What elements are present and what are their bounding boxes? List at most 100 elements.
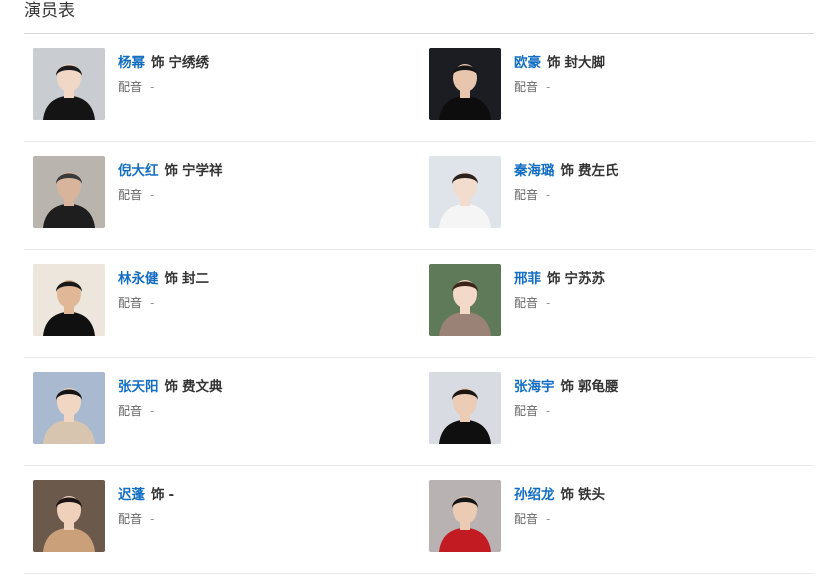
dubbing-value: - <box>546 80 551 94</box>
role-prefix: 饰 <box>560 379 575 395</box>
dubbing-label: 配音 <box>514 188 539 202</box>
cast-header: 演员表 <box>24 0 814 34</box>
actor-name-link[interactable]: 邢菲 <box>514 271 541 287</box>
actor-name-link[interactable]: 迟蓬 <box>118 487 145 503</box>
section-title: 演员表 <box>24 1 75 21</box>
dubbing-line: 配音 - <box>514 185 794 205</box>
actor-photo[interactable] <box>429 372 501 444</box>
role-prefix: 饰 <box>547 55 561 71</box>
role-prefix: 饰 <box>547 271 561 287</box>
cast-info: 倪大红饰宁学祥 配音 - <box>118 156 398 205</box>
cast-info: 张海宇饰郭龟腰 配音 - <box>514 372 794 421</box>
dubbing-label: 配音 <box>118 188 143 202</box>
cast-role-line: 杨幂饰宁绣绣 <box>118 52 398 74</box>
dubbing-label: 配音 <box>514 404 539 418</box>
dubbing-label: 配音 <box>514 296 539 310</box>
dubbing-label: 配音 <box>118 80 143 94</box>
dubbing-line: 配音 - <box>118 401 398 421</box>
cast-role-line: 张天阳饰费文典 <box>118 376 398 398</box>
actor-name-link[interactable]: 林永健 <box>118 271 159 287</box>
actor-photo[interactable] <box>429 48 501 120</box>
portrait-icon <box>33 372 105 444</box>
cast-info: 孙绍龙饰铁头配音 - <box>514 480 794 529</box>
cast-role-line: 迟蓬饰 - <box>118 484 398 506</box>
role-name: 宁苏苏 <box>564 271 606 287</box>
dubbing-value: - <box>546 296 551 310</box>
cast-row: 杨幂饰宁绣绣 配音 - 欧豪饰封大脚 配音 - <box>24 34 814 142</box>
cast-info: 欧豪饰封大脚 配音 - <box>514 48 794 97</box>
role-name: - <box>168 487 175 503</box>
role-name: 宁绣绣 <box>168 55 210 71</box>
cast-row: 迟蓬饰 - 配音 - 孙绍龙饰铁头 配音 - <box>24 466 814 574</box>
dubbing-value: - <box>150 80 155 94</box>
cast-role-line: 欧豪饰封大脚 <box>514 52 794 74</box>
role-prefix: 饰 <box>560 487 575 503</box>
cast-row: 林永健饰封二 配音 - 邢菲饰宁苏苏 配音 - <box>24 250 814 358</box>
actor-name-link[interactable]: 孙绍龙 <box>514 487 555 503</box>
dubbing-value: - <box>150 512 155 526</box>
dubbing-value: - <box>150 188 155 202</box>
dubbing-line: 配音 - <box>514 293 794 313</box>
cast-list: 杨幂饰宁绣绣 配音 - 欧豪饰封大脚 配音 - 倪大红饰宁学祥 配音 - 秦海璐饰费左氏 配音 - 林永… <box>24 34 814 574</box>
dubbing-line: 配音 - <box>118 185 398 205</box>
dubbing-line: 配音 - <box>514 509 794 529</box>
cast-info: 秦海璐饰费左氏 配音 - <box>514 156 794 205</box>
actor-photo[interactable] <box>429 480 501 552</box>
actor-photo[interactable] <box>33 372 105 444</box>
actor-photo[interactable] <box>33 480 105 552</box>
role-name: 郭龟腰 <box>578 379 619 395</box>
dubbing-label: 配音 <box>118 512 143 526</box>
cast-row: 张天阳饰费文典 配音 - 张海宇饰郭龟腰 配音 - <box>24 358 814 466</box>
actor-photo[interactable] <box>33 156 105 228</box>
role-name: 费文典 <box>182 379 223 395</box>
actor-photo[interactable] <box>33 264 105 336</box>
dubbing-line: 配音 - <box>118 509 398 529</box>
dubbing-line: 配音 - <box>514 77 794 97</box>
portrait-icon <box>429 264 501 336</box>
cast-info: 杨幂饰宁绣绣 配音 - <box>118 48 398 97</box>
portrait-icon <box>429 48 501 120</box>
actor-photo[interactable] <box>429 156 501 228</box>
portrait-icon <box>33 264 105 336</box>
actor-name-link[interactable]: 倪大红 <box>118 163 159 179</box>
actor-name-link[interactable]: 张海宇 <box>514 379 555 395</box>
dubbing-label: 配音 <box>514 512 539 526</box>
actor-name-link[interactable]: 杨幂 <box>118 55 145 71</box>
role-prefix: 饰 <box>151 487 165 503</box>
role-prefix: 饰 <box>151 55 165 71</box>
role-name: 铁头 <box>578 487 605 503</box>
dubbing-label: 配音 <box>514 80 539 94</box>
cast-role-line: 倪大红饰宁学祥 <box>118 160 398 182</box>
dubbing-value: - <box>546 188 551 202</box>
role-prefix: 饰 <box>164 271 179 287</box>
dubbing-line: 配音 - <box>118 77 398 97</box>
cast-info: 迟蓬饰 - 配音 - <box>118 480 398 529</box>
dubbing-value: - <box>546 404 551 418</box>
cast-info: 林永健饰封二 配音 - <box>118 264 398 313</box>
role-name: 封大脚 <box>564 55 606 71</box>
cast-role-line: 林永健饰封二 <box>118 268 398 290</box>
portrait-icon <box>429 156 501 228</box>
role-name: 封二 <box>182 271 209 287</box>
role-prefix: 饰 <box>164 163 179 179</box>
portrait-icon <box>429 480 501 552</box>
dubbing-line: 配音 - <box>514 401 794 421</box>
dubbing-line: 配音 - <box>118 293 398 313</box>
dubbing-value: - <box>150 404 155 418</box>
cast-row: 倪大红饰宁学祥 配音 - 秦海璐饰费左氏 配音 - <box>24 142 814 250</box>
actor-name-link[interactable]: 欧豪 <box>514 55 541 71</box>
cast-role-line: 邢菲饰宁苏苏 <box>514 268 794 290</box>
cast-info: 张天阳饰费文典 配音 - <box>118 372 398 421</box>
actor-photo[interactable] <box>33 48 105 120</box>
cast-role-line: 张海宇饰郭龟腰 <box>514 376 794 398</box>
dubbing-label: 配音 <box>118 296 143 310</box>
portrait-icon <box>33 48 105 120</box>
role-prefix: 饰 <box>560 163 575 179</box>
cast-info: 邢菲饰宁苏苏 配音 - <box>514 264 794 313</box>
actor-name-link[interactable]: 秦海璐 <box>514 163 555 179</box>
portrait-icon <box>33 480 105 552</box>
portrait-icon <box>429 372 501 444</box>
actor-name-link[interactable]: 张天阳 <box>118 379 159 395</box>
actor-photo[interactable] <box>429 264 501 336</box>
dubbing-label: 配音 <box>118 404 143 418</box>
